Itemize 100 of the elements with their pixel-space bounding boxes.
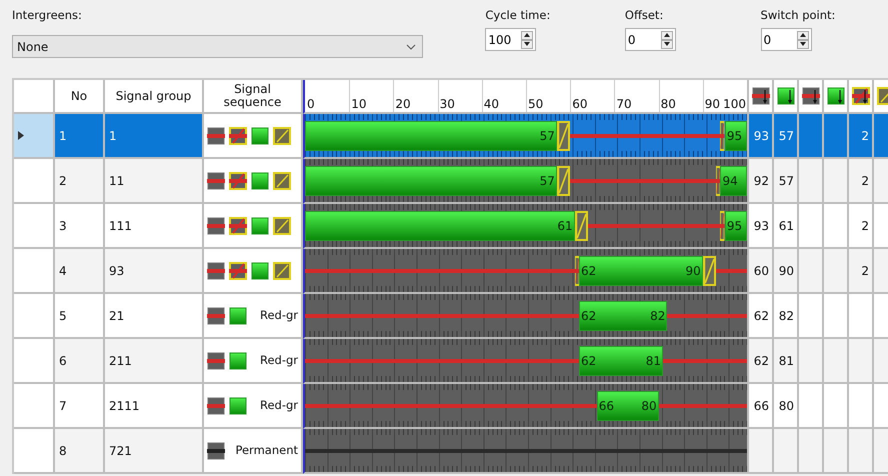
prepare-signal-time-icon[interactable] bbox=[852, 87, 870, 105]
table-cell: 721 bbox=[105, 429, 204, 474]
time-scale-label: 30 bbox=[438, 98, 455, 111]
chevron-down-icon bbox=[406, 44, 416, 50]
table-cell: 2111 bbox=[105, 384, 204, 429]
table-cell: 61 bbox=[774, 204, 799, 249]
table-cell bbox=[849, 384, 874, 429]
stop-signal-time-icon[interactable] bbox=[802, 87, 820, 105]
table-cell bbox=[824, 429, 849, 474]
table-cell: 62 bbox=[749, 339, 774, 384]
phase-time-label: 62 bbox=[581, 308, 596, 324]
table-cell: 1 bbox=[105, 114, 204, 159]
time-scale-label: 50 bbox=[527, 98, 544, 111]
prepare-signal-icon bbox=[229, 262, 247, 280]
intergreens-label: Intergreens: bbox=[12, 7, 83, 24]
table-cell: 60 bbox=[749, 249, 774, 294]
prepare-signal-icon bbox=[229, 172, 247, 190]
phase-bar bbox=[720, 166, 747, 196]
time-scale-label: 90 bbox=[704, 98, 720, 111]
time-scale-label: 40 bbox=[482, 98, 500, 111]
table-cell bbox=[849, 294, 874, 339]
phase-bar bbox=[596, 391, 659, 421]
time-scale-label: 70 bbox=[615, 98, 632, 111]
phase-time-label: 82 bbox=[650, 308, 666, 324]
time-scale-label: 60 bbox=[571, 98, 588, 111]
table-cell bbox=[849, 339, 874, 384]
prepare-phase-marker bbox=[720, 211, 725, 241]
table-cell: 4 bbox=[55, 249, 105, 294]
table-cell: 93 bbox=[749, 114, 774, 159]
go-signal-time-icon[interactable] bbox=[776, 87, 794, 105]
sequence-label: Red-gr bbox=[260, 396, 298, 414]
stop-signal-icon bbox=[207, 172, 225, 190]
phase-time-label: 57 bbox=[540, 173, 555, 189]
table-cell bbox=[799, 339, 824, 384]
table-cell: 8 bbox=[55, 429, 105, 474]
table-cell: 7 bbox=[55, 384, 105, 429]
table-cell bbox=[799, 159, 824, 204]
off-signal-icon bbox=[207, 442, 225, 460]
caution-phase-marker bbox=[556, 121, 570, 151]
table-cell: 93 bbox=[105, 249, 204, 294]
table-cell: 92 bbox=[749, 159, 774, 204]
row-pointer-icon bbox=[18, 131, 24, 140]
table-cell bbox=[799, 429, 824, 474]
go-signal-icon bbox=[229, 352, 247, 370]
table-cell: 93 bbox=[749, 204, 774, 249]
go-signal-icon bbox=[251, 172, 269, 190]
prepare-phase-marker bbox=[720, 121, 725, 151]
table-cell bbox=[824, 339, 849, 384]
stop-signal-icon bbox=[207, 126, 225, 144]
time-scale-label: 20 bbox=[394, 98, 411, 111]
stop-signal-icon bbox=[207, 352, 225, 370]
phase-time-label: 80 bbox=[641, 398, 657, 414]
table-cell: 6 bbox=[55, 339, 105, 384]
phase-time-label: 62 bbox=[581, 353, 596, 369]
caution-signal-icon bbox=[273, 262, 291, 280]
go-signal-icon bbox=[251, 262, 269, 280]
time-scale-label: 0 bbox=[306, 98, 315, 111]
go-signal-icon bbox=[251, 126, 269, 144]
stop-signal-icon bbox=[207, 216, 225, 234]
sequence-label: Red-gr bbox=[260, 306, 298, 324]
offset-label: Offset: bbox=[624, 7, 664, 24]
table-cell: 211 bbox=[105, 339, 204, 384]
caution-signal-icon bbox=[273, 126, 291, 144]
phase-time-label: 95 bbox=[726, 128, 742, 144]
sequence-label: Red-gr bbox=[260, 352, 298, 369]
table-cell bbox=[824, 384, 849, 429]
caution-phase-marker bbox=[574, 211, 588, 241]
caution-signal-icon bbox=[273, 172, 291, 190]
go-signal-icon bbox=[251, 216, 269, 234]
table-cell: 2 bbox=[849, 114, 874, 159]
caution-phase-marker bbox=[702, 256, 716, 286]
stop-signal-time-icon[interactable] bbox=[752, 87, 770, 105]
table-cell: 57 bbox=[774, 114, 799, 159]
phase-time-label: 94 bbox=[722, 173, 738, 189]
phase-time-label: 57 bbox=[540, 128, 555, 144]
table-cell: 3 bbox=[55, 204, 105, 249]
table-cell: 57 bbox=[774, 159, 799, 204]
table-cell: 62 bbox=[749, 294, 774, 339]
table-cell: 80 bbox=[774, 384, 799, 429]
table-cell: 111 bbox=[105, 204, 204, 249]
intergreens-dropdown[interactable]: None bbox=[12, 35, 423, 58]
time-scale-label: 80 bbox=[660, 98, 676, 111]
cycle-time-label: Cycle time: bbox=[485, 7, 552, 24]
switch-point-label: Switch point: bbox=[760, 7, 836, 24]
phase-time-label: 62 bbox=[581, 263, 596, 279]
table-cell bbox=[824, 204, 849, 249]
phase-time-label: 61 bbox=[557, 218, 573, 234]
go-signal-time-icon[interactable] bbox=[826, 87, 844, 105]
stop-signal-icon bbox=[207, 262, 225, 280]
table-cell: 21 bbox=[105, 294, 204, 339]
table-cell bbox=[799, 384, 824, 429]
caution-phase-marker bbox=[556, 166, 570, 196]
table-cell bbox=[799, 204, 824, 249]
table-cell: 2 bbox=[849, 159, 874, 204]
stop-signal-icon bbox=[207, 306, 225, 324]
table-cell: 66 bbox=[749, 384, 774, 429]
time-scale-label: 100 bbox=[722, 98, 746, 111]
table-cell: 1 bbox=[55, 114, 105, 159]
table-cell bbox=[824, 294, 849, 339]
table-cell bbox=[774, 429, 799, 474]
